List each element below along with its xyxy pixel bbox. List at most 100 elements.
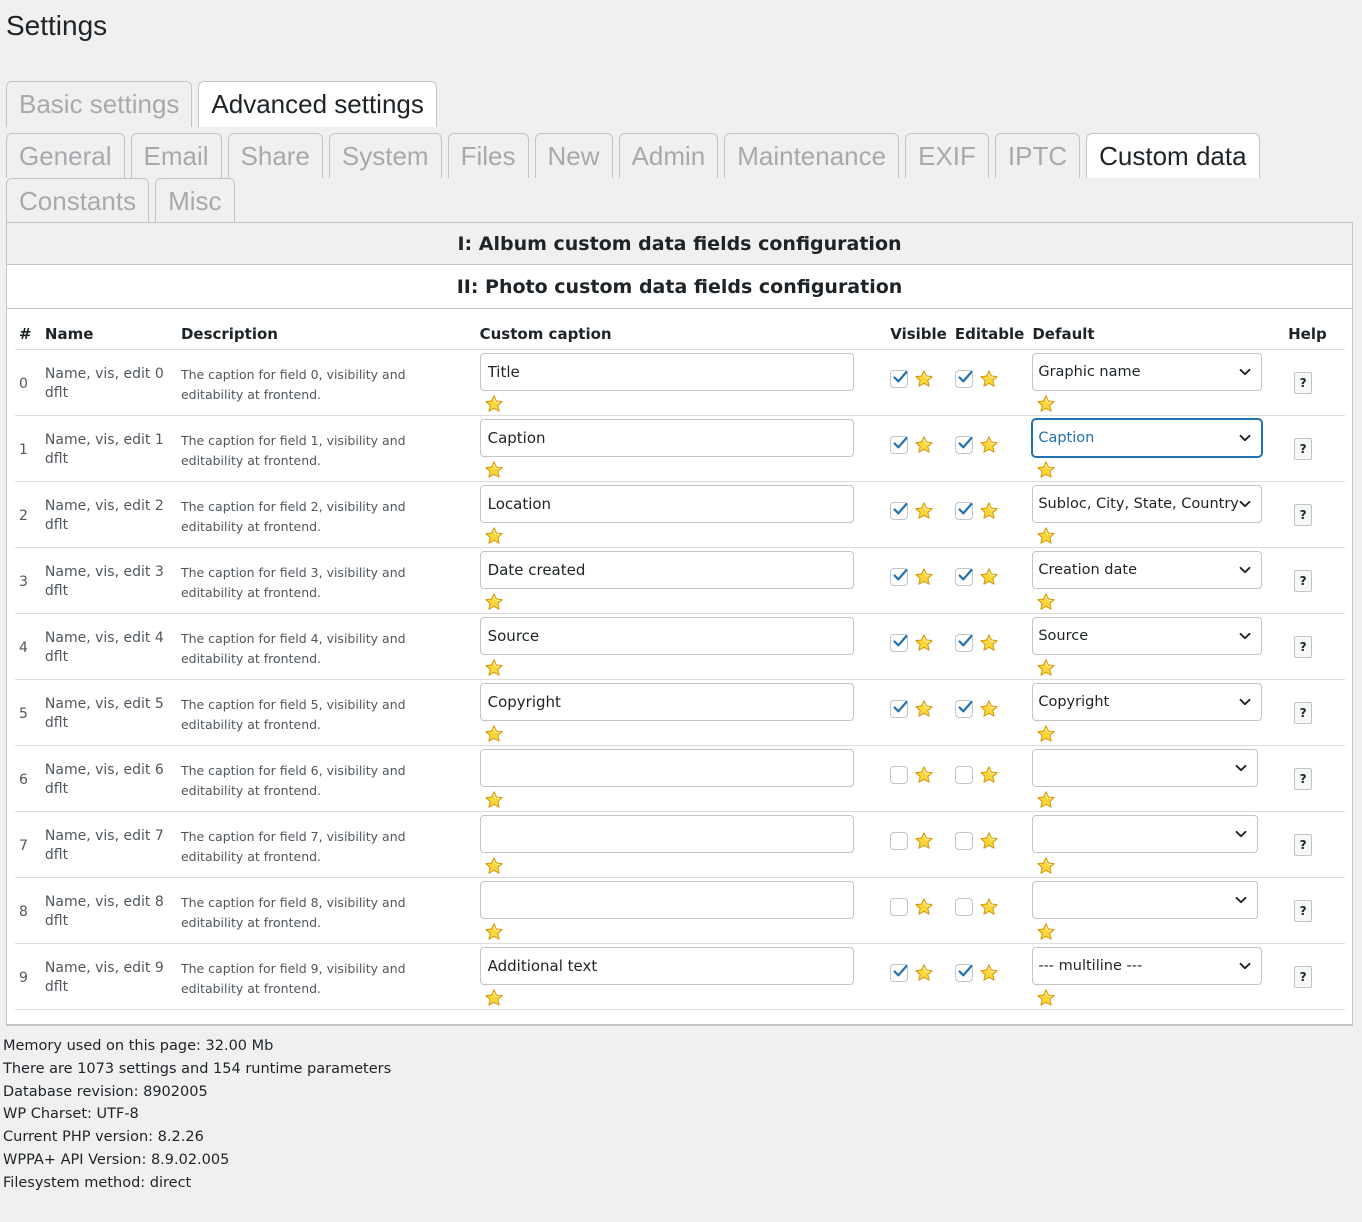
- star-icon[interactable]: [1036, 394, 1056, 414]
- help-button[interactable]: ?: [1294, 569, 1313, 592]
- star-icon[interactable]: [1036, 592, 1056, 612]
- star-icon[interactable]: [914, 963, 934, 983]
- editable-checkbox[interactable]: [954, 633, 973, 652]
- star-icon[interactable]: [1036, 460, 1056, 480]
- custom-caption-input[interactable]: [479, 946, 854, 985]
- photo-section-header[interactable]: II: Photo custom data fields configurati…: [7, 265, 1352, 309]
- custom-caption-input[interactable]: [479, 484, 854, 523]
- default-select[interactable]: [1032, 880, 1259, 919]
- help-button[interactable]: ?: [1294, 899, 1313, 922]
- tab-general[interactable]: General: [6, 133, 125, 178]
- help-button[interactable]: ?: [1294, 833, 1313, 856]
- default-select[interactable]: Graphic name: [1032, 352, 1263, 391]
- tab-system[interactable]: System: [328, 133, 442, 178]
- default-select[interactable]: Subloc, City, State, Country: [1032, 484, 1263, 523]
- visible-checkbox[interactable]: [890, 501, 909, 520]
- star-icon[interactable]: [979, 831, 999, 851]
- help-button[interactable]: ?: [1294, 965, 1313, 988]
- help-button[interactable]: ?: [1294, 635, 1313, 658]
- default-select[interactable]: Creation date: [1032, 550, 1263, 589]
- help-button[interactable]: ?: [1294, 503, 1313, 526]
- editable-checkbox[interactable]: [954, 369, 973, 388]
- tab-maintenance[interactable]: Maintenance: [724, 133, 900, 178]
- tab-admin[interactable]: Admin: [618, 133, 719, 178]
- default-select[interactable]: [1032, 814, 1259, 853]
- star-icon[interactable]: [914, 567, 934, 587]
- default-select[interactable]: --- multiline ---: [1032, 946, 1263, 985]
- visible-checkbox[interactable]: [890, 633, 909, 652]
- tab-iptc[interactable]: IPTC: [994, 133, 1081, 178]
- album-section-header[interactable]: I: Album custom data fields configuratio…: [7, 223, 1352, 265]
- star-icon[interactable]: [484, 526, 504, 546]
- star-icon[interactable]: [979, 501, 999, 521]
- star-icon[interactable]: [484, 724, 504, 744]
- custom-caption-input[interactable]: [479, 352, 854, 391]
- tab-basic-settings[interactable]: Basic settings: [6, 81, 193, 127]
- visible-checkbox[interactable]: [890, 567, 909, 586]
- help-button[interactable]: ?: [1294, 437, 1313, 460]
- custom-caption-input[interactable]: [479, 418, 854, 457]
- visible-checkbox[interactable]: [890, 435, 909, 454]
- star-icon[interactable]: [914, 369, 934, 389]
- star-icon[interactable]: [1036, 856, 1056, 876]
- editable-checkbox[interactable]: [954, 501, 973, 520]
- star-icon[interactable]: [1036, 724, 1056, 744]
- star-icon[interactable]: [484, 856, 504, 876]
- help-button[interactable]: ?: [1294, 767, 1313, 790]
- tab-email[interactable]: Email: [130, 133, 222, 178]
- custom-caption-input[interactable]: [479, 814, 854, 853]
- star-icon[interactable]: [914, 831, 934, 851]
- visible-checkbox[interactable]: [890, 897, 909, 916]
- visible-checkbox[interactable]: [890, 765, 909, 784]
- star-icon[interactable]: [484, 592, 504, 612]
- tab-misc[interactable]: Misc: [155, 178, 235, 223]
- tab-custom-data[interactable]: Custom data: [1086, 133, 1260, 178]
- tab-files[interactable]: Files: [447, 133, 529, 178]
- star-icon[interactable]: [914, 765, 934, 785]
- star-icon[interactable]: [979, 963, 999, 983]
- visible-checkbox[interactable]: [890, 963, 909, 982]
- star-icon[interactable]: [484, 394, 504, 414]
- tab-advanced-settings[interactable]: Advanced settings: [198, 81, 437, 127]
- star-icon[interactable]: [914, 897, 934, 917]
- custom-caption-input[interactable]: [479, 682, 854, 721]
- help-button[interactable]: ?: [1294, 371, 1313, 394]
- star-icon[interactable]: [979, 567, 999, 587]
- star-icon[interactable]: [484, 790, 504, 810]
- star-icon[interactable]: [914, 699, 934, 719]
- star-icon[interactable]: [979, 633, 999, 653]
- star-icon[interactable]: [979, 369, 999, 389]
- star-icon[interactable]: [484, 658, 504, 678]
- custom-caption-input[interactable]: [479, 616, 854, 655]
- star-icon[interactable]: [1036, 988, 1056, 1008]
- star-icon[interactable]: [1036, 658, 1056, 678]
- star-icon[interactable]: [979, 699, 999, 719]
- tab-exif[interactable]: EXIF: [905, 133, 989, 178]
- star-icon[interactable]: [1036, 790, 1056, 810]
- default-select[interactable]: Source: [1032, 616, 1263, 655]
- editable-checkbox[interactable]: [954, 897, 973, 916]
- editable-checkbox[interactable]: [954, 765, 973, 784]
- visible-checkbox[interactable]: [890, 369, 909, 388]
- tab-share[interactable]: Share: [227, 133, 323, 178]
- star-icon[interactable]: [914, 435, 934, 455]
- visible-checkbox[interactable]: [890, 831, 909, 850]
- star-icon[interactable]: [484, 922, 504, 942]
- star-icon[interactable]: [979, 897, 999, 917]
- editable-checkbox[interactable]: [954, 567, 973, 586]
- tab-new[interactable]: New: [534, 133, 613, 178]
- custom-caption-input[interactable]: [479, 748, 854, 787]
- star-icon[interactable]: [1036, 922, 1056, 942]
- star-icon[interactable]: [914, 633, 934, 653]
- visible-checkbox[interactable]: [890, 699, 909, 718]
- custom-caption-input[interactable]: [479, 880, 854, 919]
- star-icon[interactable]: [914, 501, 934, 521]
- default-select[interactable]: Copyright: [1032, 682, 1263, 721]
- editable-checkbox[interactable]: [954, 435, 973, 454]
- tab-constants[interactable]: Constants: [6, 178, 150, 223]
- default-select[interactable]: Caption: [1032, 418, 1263, 457]
- custom-caption-input[interactable]: [479, 550, 854, 589]
- star-icon[interactable]: [979, 435, 999, 455]
- star-icon[interactable]: [484, 988, 504, 1008]
- editable-checkbox[interactable]: [954, 699, 973, 718]
